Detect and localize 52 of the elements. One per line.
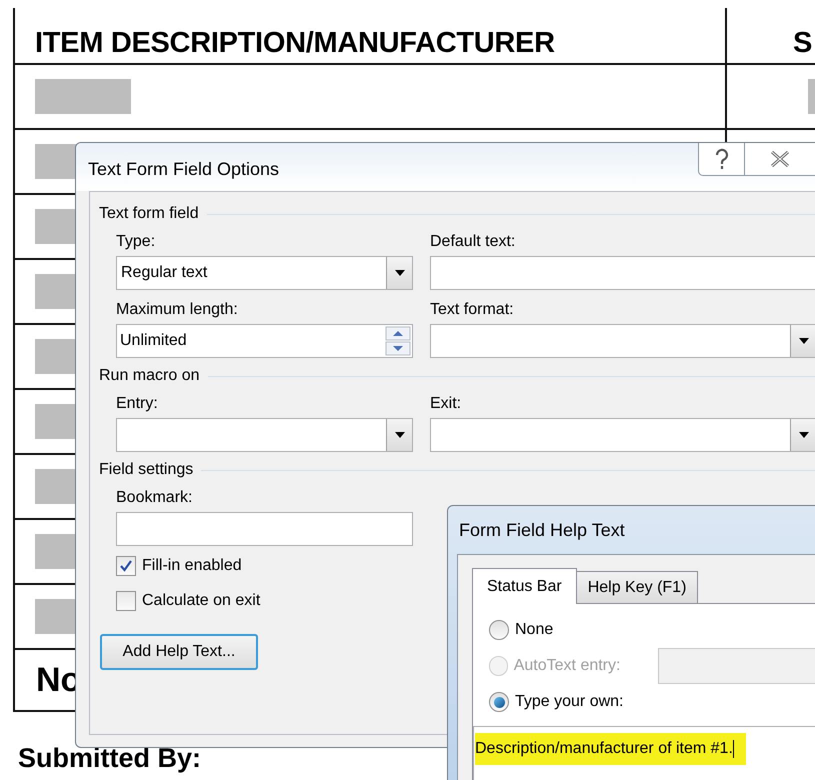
field-label: Default text: [430, 232, 516, 252]
dropdown-field[interactable] [116, 418, 413, 452]
dropdown-field[interactable]: Regular text [116, 256, 413, 290]
caret-icon [394, 432, 404, 438]
radio-button[interactable] [489, 620, 509, 640]
field-label: Bookmark: [116, 488, 192, 508]
text-cursor [732, 740, 734, 758]
close-button[interactable] [745, 143, 815, 176]
form-field-shading[interactable] [35, 79, 131, 114]
checkbox[interactable] [116, 556, 136, 576]
checkbox-label: Calculate on exit [142, 591, 260, 611]
column-header: ITEM DESCRIPTION/MANUFACTURER [35, 27, 555, 59]
help-text-area[interactable]: Description/manufacturer of item #1. [473, 726, 815, 780]
spin-field[interactable]: Unlimited [116, 324, 413, 358]
dropdown-field[interactable] [430, 324, 815, 358]
submitted-by-label: Submitted By: [18, 743, 202, 773]
help-text-value: Description/manufacturer of item #1. [475, 739, 733, 759]
close-icon [770, 151, 790, 167]
field-label: Exit: [430, 394, 462, 414]
section-title: Text form field [99, 204, 199, 224]
section-title: Field settings [99, 460, 194, 480]
section-title: Run macro on [99, 366, 200, 386]
tab[interactable]: Status Bar [472, 568, 577, 604]
window-title: Form Field Help Text [459, 518, 625, 542]
field-label: Entry: [116, 394, 158, 414]
radio-button[interactable] [489, 692, 509, 712]
tab[interactable]: Help Key (F1) [576, 571, 698, 604]
checkbox[interactable] [116, 591, 136, 611]
spinner-icon[interactable] [385, 326, 411, 356]
checkbox-label: Fill-in enabled [142, 556, 242, 576]
help-icon [714, 148, 728, 170]
dropdown-field[interactable] [430, 418, 815, 452]
field-label: Text format: [430, 300, 514, 320]
caret-icon [394, 270, 404, 276]
dropdown-arrow-button[interactable] [790, 419, 815, 451]
radio-label: AutoText entry: [514, 656, 622, 676]
autotext-field[interactable] [658, 648, 815, 684]
field-label: Maximum length: [116, 300, 238, 320]
radio-label: Type your own: [515, 692, 624, 712]
radio-label: None [515, 620, 554, 640]
caret-icon [798, 338, 808, 344]
dropdown-arrow-button[interactable] [790, 325, 815, 357]
add-help-text-button[interactable]: Add Help Text... [100, 634, 258, 670]
dropdown-arrow-button[interactable] [386, 257, 412, 289]
input-field[interactable] [116, 512, 413, 546]
column-header: S [793, 27, 812, 59]
window-title: Text Form Field Options [88, 158, 280, 181]
dropdown-arrow-button[interactable] [386, 419, 412, 451]
caret-icon [798, 432, 808, 438]
input-field[interactable] [430, 256, 815, 290]
help-button[interactable] [698, 143, 745, 176]
field-label: Type: [116, 232, 156, 252]
